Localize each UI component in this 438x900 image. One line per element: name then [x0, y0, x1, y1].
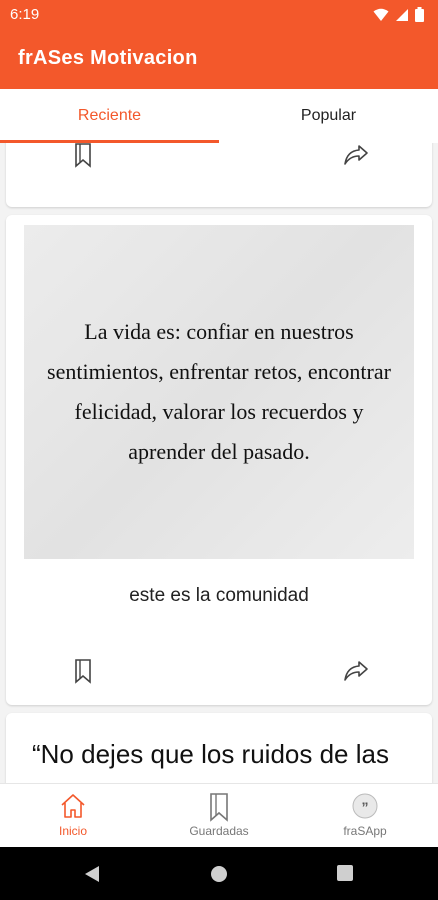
feed[interactable]: La vida es: confiar en nuestros sentimie…	[0, 143, 438, 783]
back-icon[interactable]	[84, 865, 100, 883]
battery-icon	[415, 7, 424, 22]
share-icon	[344, 145, 368, 165]
nav-label: Inicio	[58, 824, 87, 838]
share-button[interactable]	[340, 655, 372, 687]
save-button[interactable]	[67, 655, 99, 687]
nav-label: fraSApp	[343, 824, 387, 838]
recents-icon[interactable]	[337, 865, 353, 881]
quote-image[interactable]: La vida es: confiar en nuestros sentimie…	[24, 225, 414, 559]
bookmark-icon	[210, 793, 228, 822]
quote-card-next: “No dejes que los ruidos de las	[6, 713, 432, 783]
save-button[interactable]	[67, 143, 99, 171]
wifi-icon	[373, 8, 389, 21]
quote-text: “No dejes que los ruidos de las	[32, 739, 389, 769]
quote-caption: este es la comunidad	[129, 585, 309, 606]
home-icon	[61, 794, 85, 818]
nav-label: Guardadas	[189, 824, 249, 838]
tab-reciente[interactable]: Reciente	[0, 89, 219, 143]
share-button[interactable]	[340, 143, 372, 171]
quote-card: La vida es: confiar en nuestros sentimie…	[6, 215, 432, 705]
app-bar: frASes Motivacion	[0, 30, 438, 89]
tab-popular[interactable]: Popular	[219, 89, 438, 143]
quote-image-text: La vida es: confiar en nuestros sentimie…	[47, 319, 391, 464]
bookmark-icon	[75, 659, 91, 684]
svg-text:”: ”	[362, 799, 369, 815]
share-icon	[344, 661, 368, 681]
home-button-icon[interactable]	[210, 865, 228, 883]
nav-item-guardadas[interactable]: Guardadas	[146, 784, 292, 848]
bookmark-icon	[75, 143, 91, 168]
quote-card-previous	[6, 143, 432, 207]
quote-icon: ”	[352, 793, 378, 819]
signal-icon	[396, 8, 408, 21]
nav-item-frasapp[interactable]: ” fraSApp	[292, 784, 438, 848]
status-time: 6:19	[10, 6, 40, 23]
tab-bar: Reciente Popular	[0, 89, 438, 143]
bottom-nav: Inicio Guardadas ” fraSApp	[0, 783, 438, 848]
system-nav-bar	[0, 847, 438, 900]
status-icons	[373, 7, 424, 22]
app-title: frASes Motivacion	[18, 47, 198, 69]
nav-item-inicio[interactable]: Inicio	[0, 784, 146, 848]
status-bar: 6:19	[0, 0, 438, 30]
